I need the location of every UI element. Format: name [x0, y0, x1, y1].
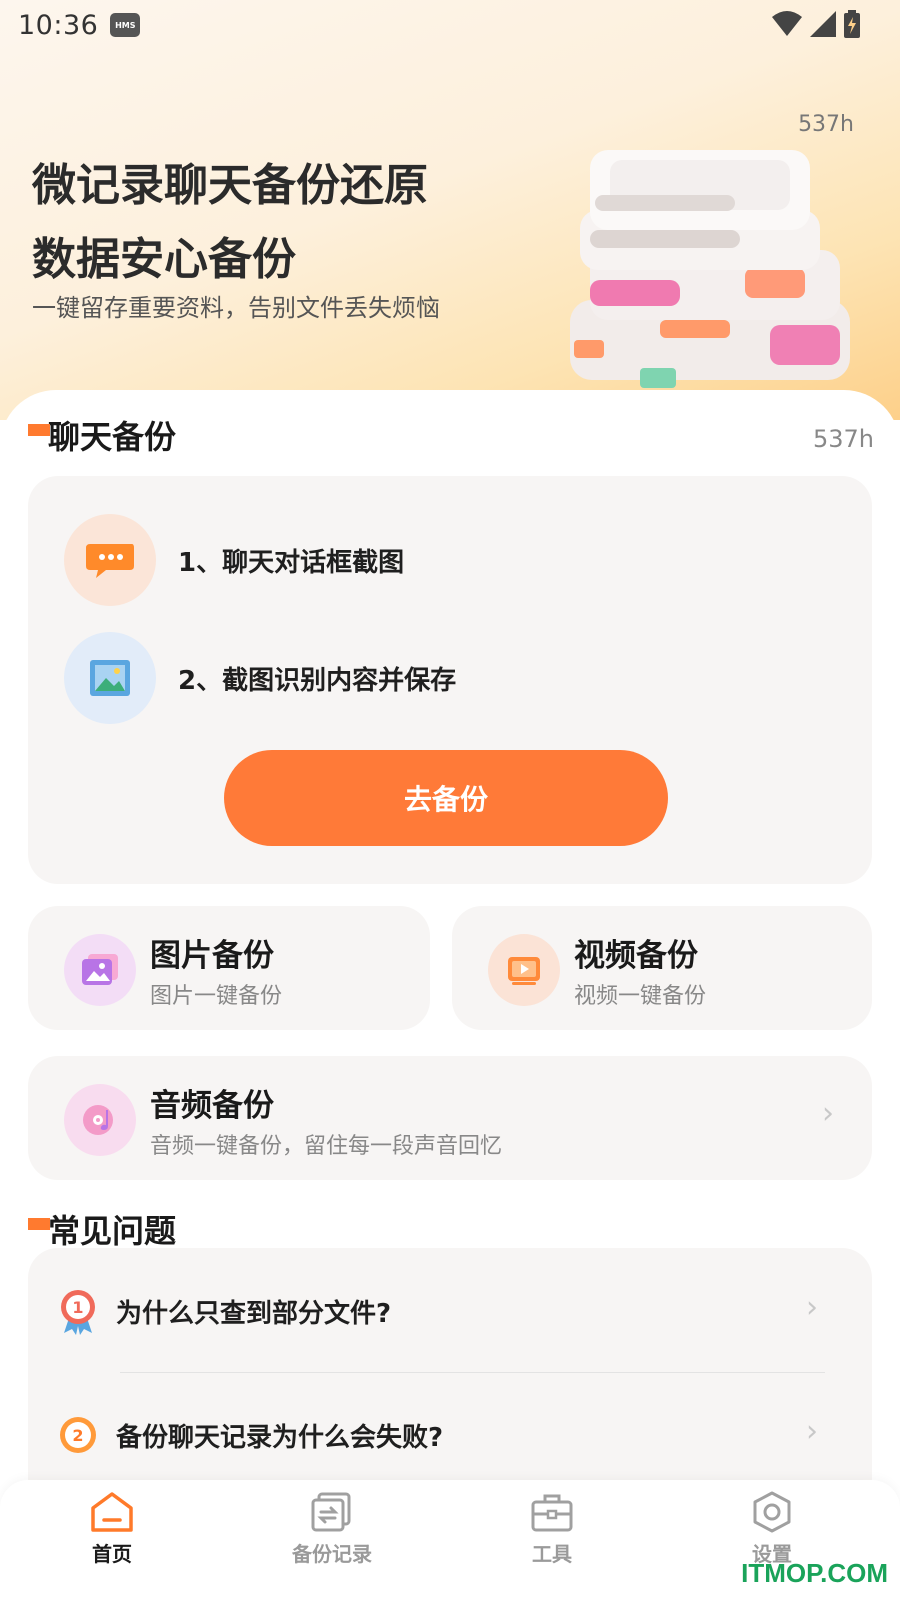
- tab-label: 工具: [532, 1542, 572, 1566]
- step-1-label: 1、聊天对话框截图: [178, 547, 405, 578]
- audio-backup-tile[interactable]: 音频备份 音频一键备份，留住每一段声音回忆 ›: [28, 1056, 872, 1180]
- music-disc-icon: [64, 1084, 136, 1156]
- tab-label: 首页: [92, 1542, 132, 1566]
- hero-title-secondary: 数据安心备份: [32, 234, 296, 285]
- hero-subtitle: 一键留存重要资料，告别文件丢失烦恼: [32, 294, 440, 322]
- hero-usage-hours: 537h: [798, 112, 854, 137]
- faq-divider: [120, 1372, 825, 1373]
- wifi-icon: [772, 11, 802, 36]
- watermark-text: ITMOP.COM: [741, 1558, 888, 1588]
- toolbox-icon: [531, 1494, 573, 1532]
- faq-item[interactable]: 2 备份聊天记录为什么会失败? ›: [56, 1400, 826, 1470]
- svg-text:2: 2: [72, 1426, 83, 1445]
- settings-icon: [753, 1491, 791, 1533]
- tab-label: 备份记录: [292, 1542, 372, 1566]
- faq-question: 备份聊天记录为什么会失败?: [116, 1422, 444, 1453]
- video-backup-title: 视频备份: [574, 938, 698, 974]
- tab-tools[interactable]: 工具: [492, 1490, 612, 1567]
- svg-text:1: 1: [72, 1298, 83, 1317]
- step-screenshot: 1、聊天对话框截图: [64, 514, 404, 606]
- status-icons: [772, 10, 860, 38]
- chat-bubble-icon: [64, 514, 156, 606]
- home-icon: [91, 1492, 133, 1532]
- signal-icon: [810, 11, 836, 37]
- image-scan-icon: [64, 632, 156, 724]
- audio-backup-subtitle: 音频一键备份，留住每一段声音回忆: [150, 1134, 503, 1159]
- faq-item[interactable]: 1 为什么只查到部分文件? ›: [56, 1276, 826, 1346]
- status-bar: 10:36 HMS: [0, 0, 900, 50]
- video-backup-subtitle: 视频一键备份: [574, 984, 707, 1009]
- audio-backup-title: 音频备份: [150, 1088, 274, 1124]
- image-icon: [64, 934, 136, 1006]
- chevron-right-icon: ›: [822, 1096, 834, 1131]
- tab-backup-record[interactable]: 备份记录: [272, 1490, 392, 1567]
- video-backup-tile[interactable]: 视频备份 视频一键备份: [452, 906, 872, 1030]
- chevron-right-icon: ›: [806, 1414, 818, 1449]
- backup-record-icon: [311, 1492, 351, 1532]
- chevron-right-icon: ›: [806, 1290, 818, 1325]
- video-icon: [488, 934, 560, 1006]
- step-recognize: 2、截图识别内容并保存: [64, 632, 456, 724]
- rank-badge-icon: 2: [56, 1410, 100, 1460]
- image-backup-tile[interactable]: 图片备份 图片一键备份: [28, 906, 430, 1030]
- tab-home[interactable]: 首页: [52, 1490, 172, 1567]
- faq-question: 为什么只查到部分文件?: [116, 1298, 392, 1329]
- go-backup-button[interactable]: 去备份: [224, 750, 668, 846]
- status-time: 10:36: [18, 9, 99, 41]
- battery-icon: [844, 10, 860, 38]
- chat-backup-card: 1、聊天对话框截图 2、截图识别内容并保存 去备份: [28, 476, 872, 884]
- chat-backup-usage-hours: 537h: [812, 425, 874, 453]
- section-accent-bar: [28, 1218, 50, 1230]
- section-accent-bar: [28, 424, 50, 436]
- faq-card: 1 为什么只查到部分文件? › 2 备份聊天记录为什么会失败? ›: [28, 1248, 872, 1508]
- faq-header: 常见问题: [28, 1206, 176, 1252]
- server-stack-illustration: [570, 150, 850, 388]
- hero-title: 微记录聊天备份还原: [32, 160, 428, 211]
- section-title-faq: 常见问题: [48, 1212, 177, 1250]
- chat-backup-header: 聊天备份: [28, 412, 176, 458]
- step-2-label: 2、截图识别内容并保存: [178, 665, 457, 696]
- image-backup-subtitle: 图片一键备份: [150, 984, 283, 1009]
- section-title-chat-backup: 聊天备份: [48, 418, 177, 456]
- tab-settings[interactable]: 设置: [712, 1490, 832, 1567]
- rank-badge-icon: 1: [56, 1286, 100, 1336]
- hms-badge: HMS: [110, 13, 141, 37]
- image-backup-title: 图片备份: [150, 938, 274, 974]
- hero-banner: 10:36 HMS 537h 微记录聊天备份还原 数据安心备份 一键留存重要资料…: [0, 0, 900, 420]
